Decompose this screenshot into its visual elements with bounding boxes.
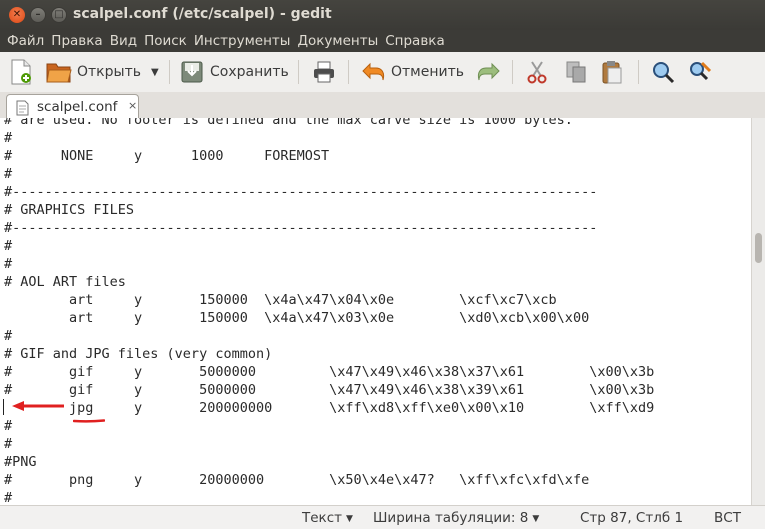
tab-close-icon[interactable]: ×: [128, 99, 137, 112]
window-controls: ✕ – □: [9, 7, 67, 23]
code-line: #---------------------------------------…: [4, 184, 598, 200]
code-text: # are used. No footer is defined and the…: [4, 118, 654, 505]
save-button-label: Сохранить: [210, 64, 289, 80]
menu-tools[interactable]: Инструменты: [191, 30, 294, 52]
scissors-icon: [526, 60, 548, 84]
code-line: # GRAPHICS FILES: [4, 202, 135, 218]
tab-width-label: Ширина табуляции: 8: [373, 510, 529, 526]
open-button-label: Открыть: [77, 64, 141, 80]
tab-scalpel-conf[interactable]: scalpel.conf ×: [6, 94, 139, 119]
code-line: # png y 20000000 \x50\x4e\x47? \xff\xfc\…: [4, 472, 590, 488]
code-line: #: [4, 166, 13, 182]
code-line: #---------------------------------------…: [4, 220, 598, 236]
search-icon: [651, 60, 675, 84]
code-line: jpg y 200000000 \xff\xd8\xff\xe0\x00\x10…: [69, 400, 655, 416]
menu-view[interactable]: Вид: [107, 30, 140, 52]
tab-width-selector[interactable]: Ширина табуляции: 8 ▼: [373, 510, 539, 526]
undo-icon: [361, 61, 387, 83]
menu-edit[interactable]: Правка: [48, 30, 105, 52]
window-title: scalpel.conf (/etc/scalpel) - gedit: [73, 6, 332, 22]
save-icon: [180, 60, 204, 84]
toolbar: Открыть ▼ Сохранить Отменить: [0, 52, 765, 93]
code-line: # AOL ART files: [4, 274, 126, 290]
copy-icon: [565, 60, 587, 84]
minimize-window-button[interactable]: –: [30, 7, 46, 23]
vertical-scrollbar[interactable]: [751, 118, 765, 505]
folder-open-icon: [46, 60, 72, 84]
redo-icon: [475, 61, 501, 83]
menu-documents[interactable]: Документы: [294, 30, 381, 52]
code-line: #PNG: [4, 454, 37, 470]
copy-button[interactable]: [565, 58, 587, 86]
code-line: # gif y 5000000 \x47\x49\x46\x38\x37\x61…: [4, 364, 655, 380]
find-replace-button[interactable]: [688, 58, 712, 86]
open-recent-dropdown[interactable]: ▼: [151, 58, 159, 86]
close-window-button[interactable]: ✕: [9, 7, 25, 23]
menu-bar: Файл Правка Вид Поиск Инструменты Докуме…: [0, 30, 765, 52]
menu-search[interactable]: Поиск: [141, 30, 190, 52]
toolbar-separator: [298, 60, 299, 84]
insert-mode: ВСТ: [714, 510, 741, 526]
undo-button[interactable]: Отменить: [361, 58, 464, 86]
cursor-position: Стр 87, Стлб 1: [580, 510, 684, 526]
print-button[interactable]: [312, 58, 336, 86]
document-tab-bar: scalpel.conf ×: [0, 92, 765, 119]
chevron-down-icon: ▼: [532, 514, 540, 524]
new-document-button[interactable]: [10, 58, 32, 86]
chevron-down-icon: ▼: [151, 66, 159, 78]
toolbar-separator: [348, 60, 349, 84]
menu-file[interactable]: Файл: [0, 30, 47, 52]
new-document-icon: [10, 59, 32, 85]
paste-button[interactable]: [601, 58, 623, 86]
code-line: #: [4, 490, 13, 505]
text-cursor: [3, 399, 4, 415]
code-line: #: [4, 436, 13, 452]
annotation-underline: [73, 419, 105, 423]
syntax-mode-label: Текст: [302, 510, 342, 526]
tab-label: scalpel.conf: [37, 99, 118, 115]
code-line: # gif y 5000000 \x47\x49\x46\x38\x39\x61…: [4, 382, 655, 398]
title-bar: ✕ – □ scalpel.conf (/etc/scalpel) - gedi…: [0, 0, 765, 30]
toolbar-separator: [512, 60, 513, 84]
code-line: #: [4, 238, 13, 254]
document-icon: [16, 100, 29, 120]
code-line: # NONE y 1000 FOREMOST: [4, 148, 330, 164]
toolbar-separator: [169, 60, 170, 84]
code-line: art y 150000 \x4a\x47\x03\x0e \xd0\xcb\x…: [69, 310, 590, 326]
find-replace-icon: [688, 60, 712, 84]
find-button[interactable]: [651, 58, 675, 86]
code-line: #: [4, 328, 13, 344]
menu-help[interactable]: Справка: [382, 30, 447, 52]
status-bar: Текст ▼ Ширина табуляции: 8 ▼ Стр 87, Стлб…: [0, 505, 765, 529]
syntax-mode-selector[interactable]: Текст ▼: [302, 510, 353, 526]
save-button[interactable]: Сохранить: [180, 58, 289, 86]
undo-button-label: Отменить: [391, 64, 465, 80]
open-button[interactable]: Открыть: [46, 58, 141, 86]
code-line: # are used. No footer is defined and the…: [4, 118, 573, 128]
maximize-window-button[interactable]: □: [51, 7, 67, 23]
clipboard-icon: [601, 59, 623, 85]
chevron-down-icon: ▼: [346, 514, 353, 524]
cut-button[interactable]: [526, 58, 548, 86]
toolbar-separator: [638, 60, 639, 84]
annotation-arrow-icon: [12, 401, 64, 411]
code-line: #: [4, 418, 13, 434]
printer-icon: [312, 60, 336, 84]
code-line: # GIF and JPG files (very common): [4, 346, 273, 362]
code-line: art y 150000 \x4a\x47\x04\x0e \xcf\xc7\x…: [69, 292, 557, 308]
text-editor[interactable]: # are used. No footer is defined and the…: [0, 118, 751, 505]
code-line: #: [4, 130, 13, 146]
redo-button[interactable]: [475, 58, 501, 86]
scrollbar-thumb[interactable]: [755, 233, 762, 263]
code-line: #: [4, 256, 13, 272]
